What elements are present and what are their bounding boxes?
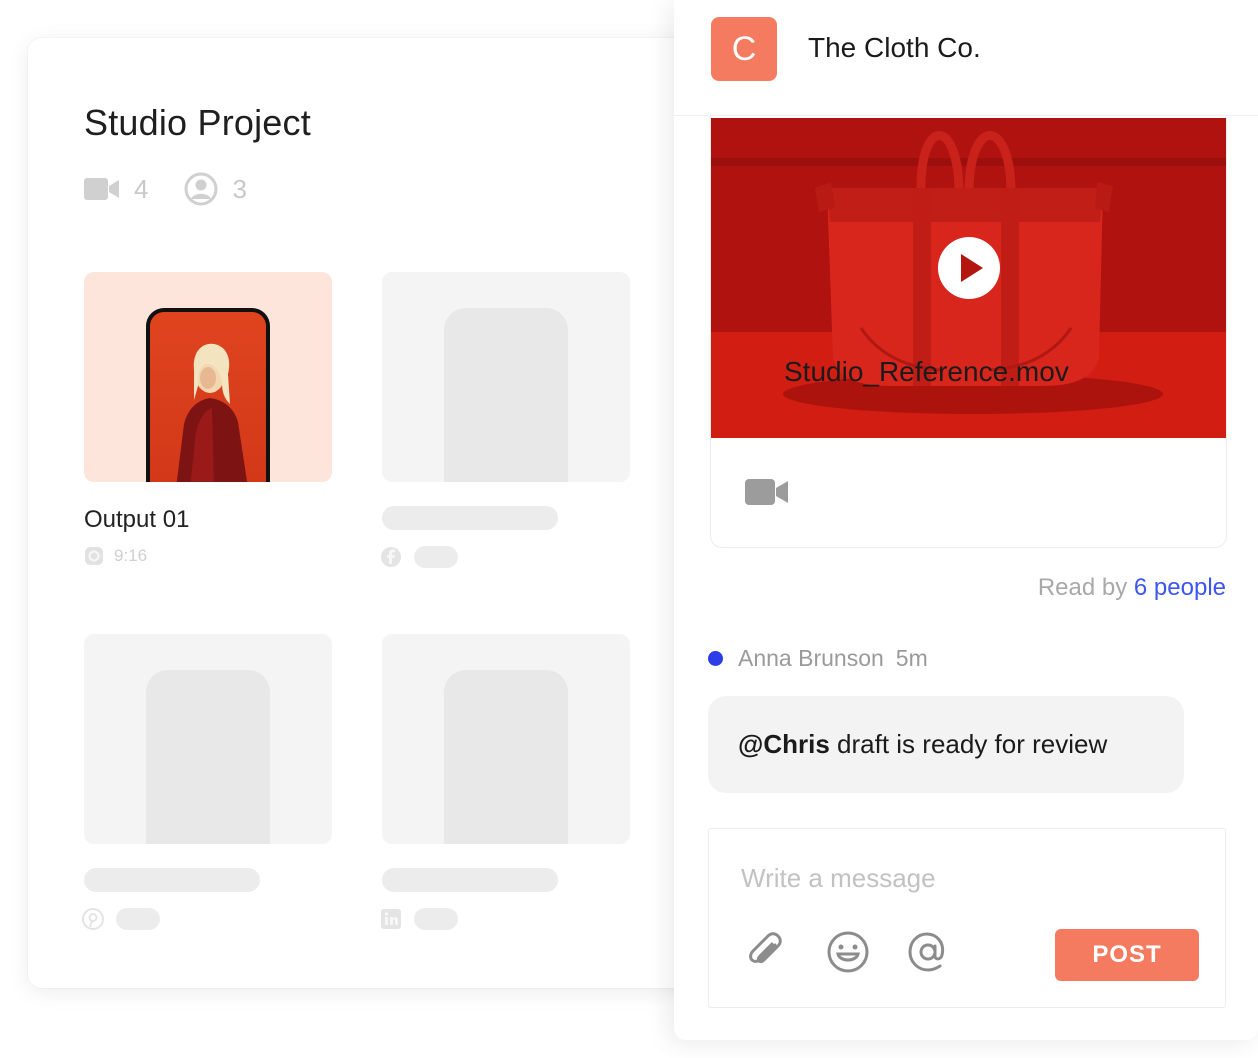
read-receipt: Read by 6 people xyxy=(1038,574,1226,602)
user-icon xyxy=(184,172,218,206)
members-count: 3 xyxy=(232,173,247,204)
project-title: Studio Project xyxy=(84,102,311,143)
video-preview[interactable] xyxy=(711,118,1226,438)
chat-header: C The Cloth Co. xyxy=(674,0,1258,116)
pinterest-icon xyxy=(82,908,104,930)
output-tile-placeholder[interactable] xyxy=(382,272,630,482)
output-meta: 9:16 xyxy=(84,546,147,566)
phone-preview xyxy=(146,308,270,482)
output-thumbnail-image xyxy=(176,343,248,482)
unread-dot xyxy=(708,651,723,666)
phone-placeholder xyxy=(146,670,270,844)
video-camera-icon xyxy=(84,176,120,202)
company-avatar[interactable]: C xyxy=(711,17,777,81)
message-time: 5m xyxy=(895,645,928,671)
facebook-icon xyxy=(381,547,401,567)
meta-placeholder xyxy=(414,908,458,930)
message-author-row: Anna Brunson 5m xyxy=(708,645,928,672)
chat-panel: C The Cloth Co. Studio_Reference.mov Rea… xyxy=(674,0,1258,1040)
linkedin-icon xyxy=(381,909,401,929)
file-row xyxy=(711,438,1226,547)
attachment-card[interactable] xyxy=(710,118,1227,548)
read-by-link[interactable]: 6 people xyxy=(1134,574,1226,601)
message-mention[interactable]: @Chris xyxy=(738,729,830,760)
paperclip-icon[interactable] xyxy=(743,929,789,975)
project-card: Studio Project 4 3 Output 01 9:16 xyxy=(28,38,728,988)
output-tile[interactable] xyxy=(84,272,332,482)
company-name: The Cloth Co. xyxy=(808,32,981,63)
videos-count: 4 xyxy=(134,173,149,204)
title-placeholder xyxy=(382,506,558,530)
title-placeholder xyxy=(84,868,260,892)
video-thumbnail-image xyxy=(711,118,1226,438)
meta-placeholder xyxy=(414,546,458,568)
mention-icon[interactable] xyxy=(905,929,951,975)
phone-placeholder xyxy=(444,670,568,844)
project-meta: 4 3 xyxy=(84,172,283,206)
message-author: Anna Brunson xyxy=(738,645,884,671)
output-tile-placeholder[interactable] xyxy=(84,634,332,844)
message-text: draft is ready for review xyxy=(829,729,1108,759)
meta-placeholder xyxy=(116,908,160,930)
output-tile-placeholder[interactable] xyxy=(382,634,630,844)
message-composer: POST xyxy=(708,828,1226,1008)
phone-placeholder xyxy=(444,308,568,482)
post-button[interactable]: POST xyxy=(1055,929,1199,981)
instagram-icon xyxy=(85,547,103,565)
message-input[interactable] xyxy=(741,861,1181,895)
read-by-label: Read by xyxy=(1037,574,1128,601)
output-duration: 9:16 xyxy=(114,546,148,565)
attachment-file-name[interactable]: Studio_Reference.mov xyxy=(784,356,1069,388)
emoji-icon[interactable] xyxy=(825,929,871,975)
message-bubble: @Chris draft is ready for review xyxy=(708,696,1184,793)
title-placeholder xyxy=(382,868,558,892)
video-camera-icon xyxy=(745,479,788,505)
output-title: Output 01 xyxy=(84,506,190,533)
